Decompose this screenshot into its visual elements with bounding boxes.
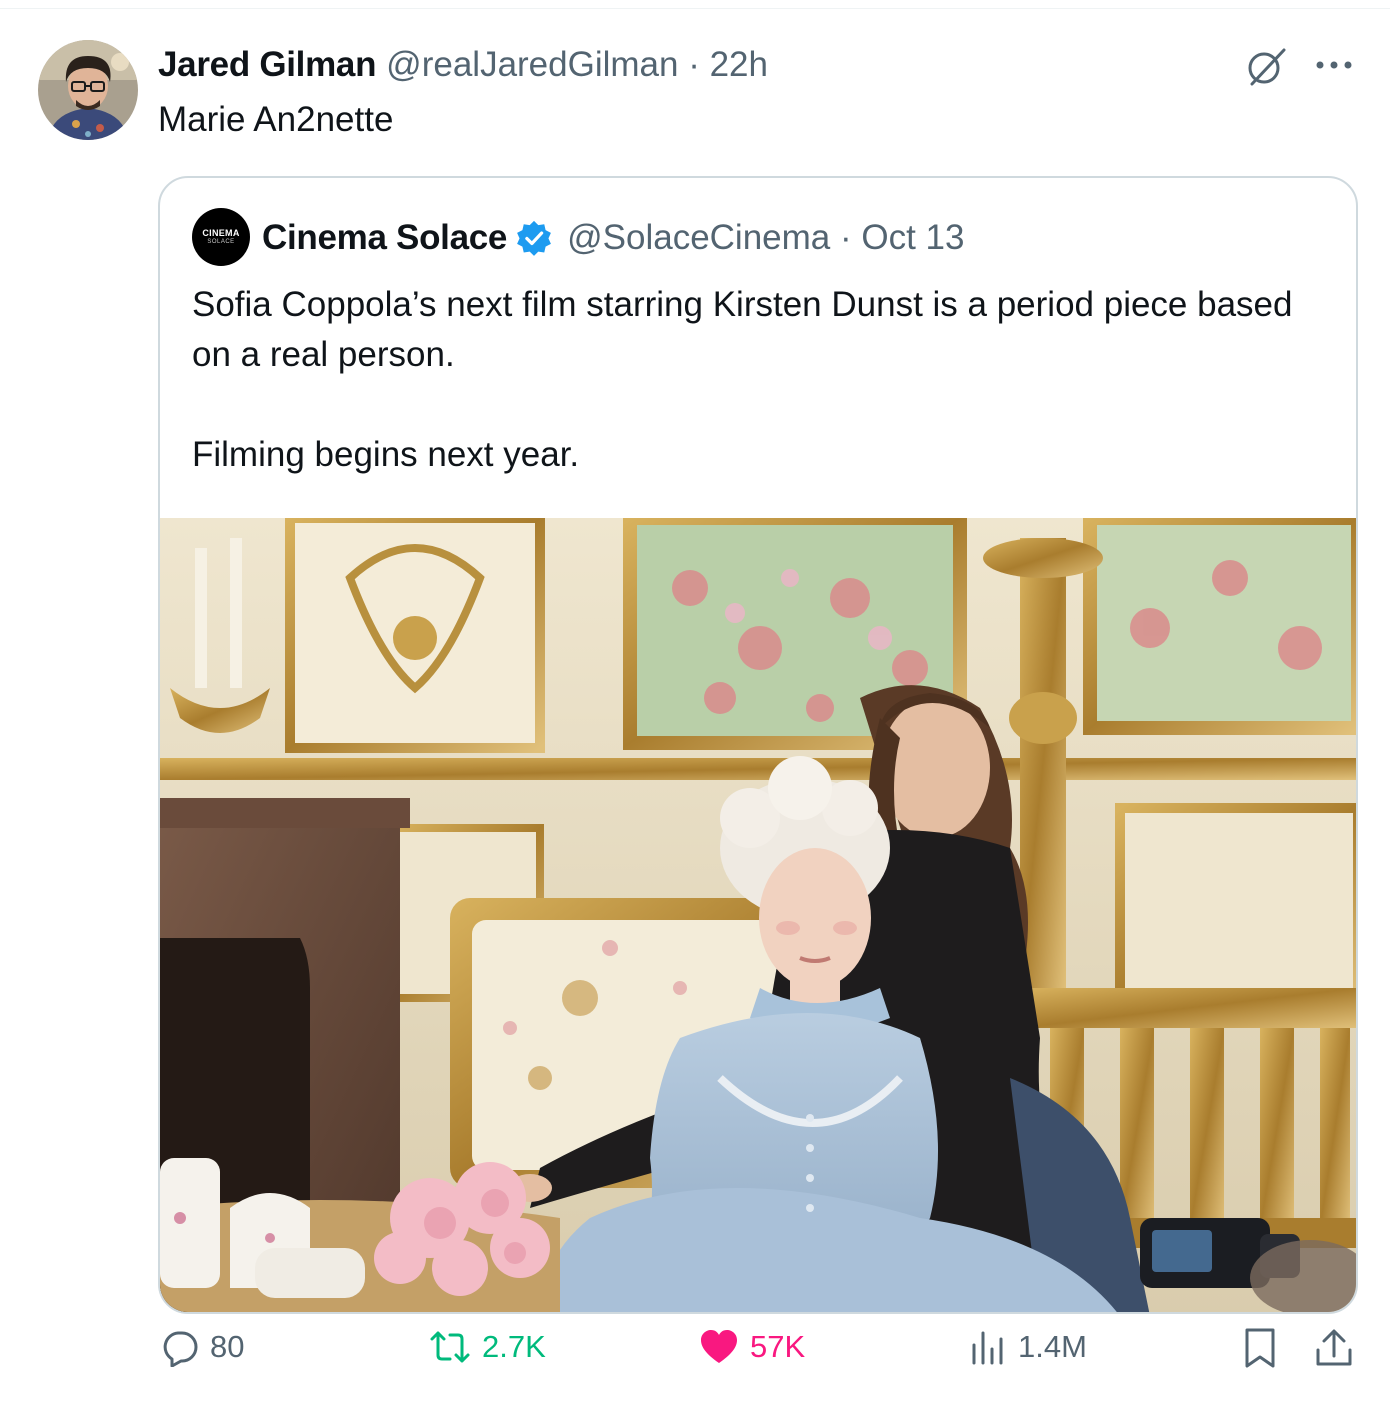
views-count: 1.4M xyxy=(1018,1329,1087,1364)
bookmark-button[interactable] xyxy=(1240,1326,1280,1375)
quoted-text-paragraph: Sofia Coppola’s next film starring Kirst… xyxy=(192,285,1293,374)
share-icon xyxy=(1316,1329,1352,1366)
top-divider xyxy=(0,8,1390,9)
quoted-photo[interactable] xyxy=(160,511,1356,1312)
like-icon xyxy=(701,1330,737,1363)
quoted-text: Sofia Coppola’s next film starring Kirst… xyxy=(192,280,1332,480)
quoted-header: Cinema Solace @SolaceCinema · Oct 13 xyxy=(262,216,964,260)
quoted-text-paragraph: Filming begins next year. xyxy=(192,435,580,474)
views-button[interactable]: 1.4M xyxy=(968,1324,1087,1370)
bookmark-icon xyxy=(1245,1328,1275,1368)
quoted-meta: @SolaceCinema · Oct 13 xyxy=(567,218,965,257)
repost-button[interactable]: 2.7K xyxy=(428,1324,546,1370)
verified-badge-icon xyxy=(517,220,552,256)
avatar-logo-subtext: SOLACE xyxy=(207,239,235,245)
quoted-author-handle[interactable]: @SolaceCinema xyxy=(567,218,830,257)
quoted-author-avatar[interactable]: CINEMA SOLACE xyxy=(192,208,250,266)
author-avatar[interactable] xyxy=(38,40,138,140)
quoted-tweet[interactable]: CINEMA SOLACE Cinema Solace @SolaceCinem… xyxy=(158,176,1358,1314)
tweet-text: Marie An2nette xyxy=(158,100,394,139)
tweet-time[interactable]: 22h xyxy=(710,45,768,84)
more-icon[interactable] xyxy=(1312,50,1356,80)
quoted-author-name[interactable]: Cinema Solace xyxy=(262,218,507,258)
repost-count: 2.7K xyxy=(482,1329,546,1364)
repost-icon xyxy=(430,1331,470,1363)
avatar-logo-text: CINEMA xyxy=(202,228,240,238)
like-count: 57K xyxy=(750,1329,806,1364)
quoted-date[interactable]: Oct 13 xyxy=(861,218,964,257)
reply-button[interactable]: 80 xyxy=(160,1324,244,1370)
author-handle[interactable]: @realJaredGilman xyxy=(386,45,678,84)
tweet-actions: 80 2.7K 57K 1.4M xyxy=(0,1312,1390,1368)
reply-icon xyxy=(163,1331,198,1367)
share-button[interactable] xyxy=(1312,1326,1356,1375)
tweet-header: Jared Gilman @realJaredGilman · 22h xyxy=(158,42,768,88)
grok-icon[interactable] xyxy=(1244,44,1288,88)
author-name[interactable]: Jared Gilman xyxy=(158,45,376,85)
reply-count: 80 xyxy=(210,1329,245,1364)
author-meta: @realJaredGilman · 22h xyxy=(386,45,768,84)
views-icon xyxy=(972,1331,1003,1365)
like-button[interactable]: 57K xyxy=(698,1324,805,1370)
